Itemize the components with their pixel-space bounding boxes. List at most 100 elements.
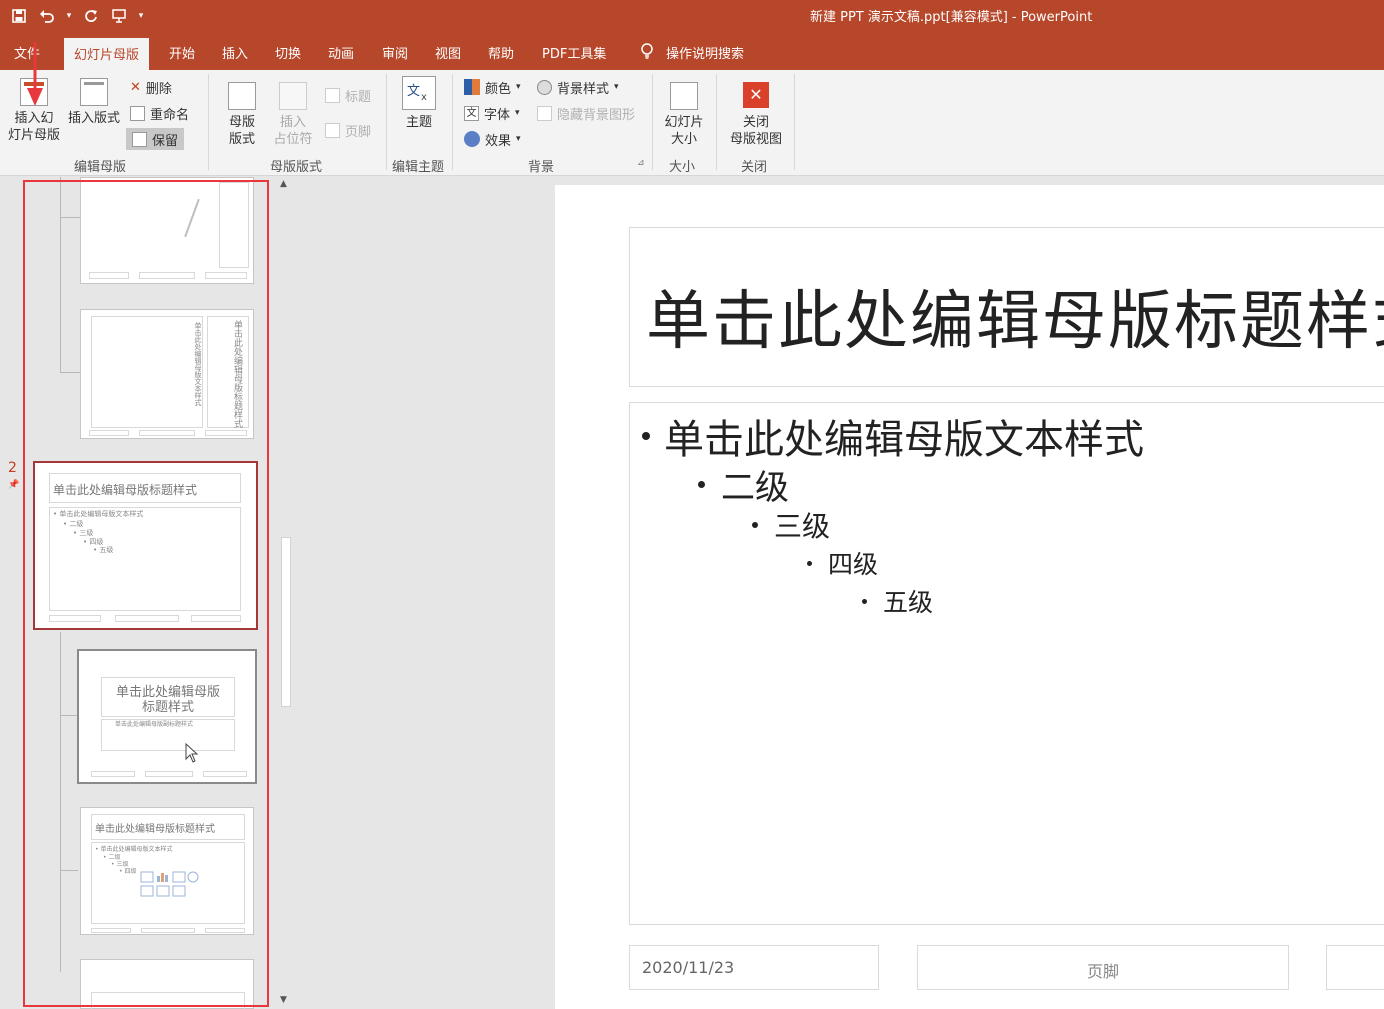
- document-title: 新建 PPT 演示文稿.ppt[兼容模式] - PowerPoint: [810, 10, 1093, 25]
- dropdown-caret-icon: ▾: [516, 134, 521, 144]
- hide-background-checkbox[interactable]: 隐藏背景图形: [537, 102, 635, 124]
- footer-placeholder[interactable]: 页脚: [917, 945, 1289, 990]
- bullet-dot-icon: [752, 522, 758, 528]
- ribbon-separator: [386, 74, 387, 170]
- close-icon: ✕: [743, 82, 769, 108]
- master-layout-label-2: 版式: [228, 132, 255, 147]
- delete-button[interactable]: ✕ 删除: [130, 76, 172, 98]
- effects-icon: [464, 131, 480, 147]
- bullet-level-4: 四级: [807, 545, 878, 581]
- tab-insert[interactable]: 插入: [222, 43, 248, 63]
- preserve-button[interactable]: 保留: [126, 128, 185, 150]
- insert-placeholder-label-1: 插入: [279, 115, 306, 130]
- insert-layout-button[interactable]: 插入版式: [64, 78, 124, 127]
- tab-transitions[interactable]: 切换: [275, 43, 301, 63]
- title-checkbox[interactable]: 标题: [325, 84, 371, 106]
- bullet-level-2-text: 二级: [721, 468, 789, 508]
- tab-review[interactable]: 审阅: [382, 43, 408, 63]
- rename-icon: [130, 105, 145, 121]
- bullet-level-4-text: 四级: [828, 550, 879, 579]
- thumbnail-scrollbar[interactable]: ▲ ▼: [278, 177, 294, 1009]
- tab-pdf-tools[interactable]: PDF工具集: [542, 43, 606, 63]
- colors-icon: [464, 79, 480, 95]
- tell-me-label: 操作说明搜索: [666, 47, 745, 62]
- undo-dropdown-icon[interactable]: ▾: [64, 5, 74, 27]
- master-layout-label-1: 母版: [228, 115, 255, 130]
- slide-canvas: 单击此处编辑母版标题样式 单击此处编辑母版文本样式 二级 三级 四级 五级 20…: [298, 177, 1384, 1009]
- close-master-label-1: 关闭: [742, 115, 769, 130]
- lightbulb-icon: [640, 43, 654, 63]
- background-styles-icon: [537, 79, 552, 95]
- body-placeholder[interactable]: 单击此处编辑母版文本样式 二级 三级 四级 五级: [629, 402, 1384, 925]
- slide-number-placeholder[interactable]: [1326, 945, 1384, 990]
- scrollbar-thumb[interactable]: [281, 537, 291, 707]
- slide-master: 单击此处编辑母版标题样式 单击此处编辑母版文本样式 二级 三级 四级 五级 20…: [555, 185, 1384, 1009]
- redo-icon[interactable]: [80, 5, 102, 27]
- tab-home[interactable]: 开始: [169, 43, 195, 63]
- dropdown-caret-icon: ▾: [614, 82, 619, 92]
- rename-button[interactable]: 重命名: [130, 102, 189, 124]
- close-master-view-button[interactable]: ✕ 关闭 母版视图: [724, 82, 788, 148]
- fonts-button[interactable]: 文 字体 ▾: [464, 102, 520, 124]
- insert-placeholder-label-2: 占位符: [273, 132, 313, 147]
- tab-help[interactable]: 帮助: [488, 43, 514, 63]
- powerpoint-window: ▾ ▾ 新建 PPT 演示文稿.ppt[兼容模式] - PowerPoint 文…: [0, 0, 1384, 1009]
- tab-slide-master[interactable]: 幻灯片母版: [64, 38, 150, 70]
- fonts-label: 字体: [484, 107, 511, 123]
- bullet-dot-icon: [807, 560, 812, 566]
- close-master-label-2: 母版视图: [729, 132, 782, 147]
- slide-size-button[interactable]: 幻灯片 大小: [658, 82, 710, 148]
- bullet-level-5-text: 五级: [883, 588, 934, 617]
- footer-checkbox-label: 页脚: [345, 124, 372, 140]
- customize-qat-icon[interactable]: ▾: [136, 5, 146, 27]
- bullet-level-1-text: 单击此处编辑母版文本样式: [664, 417, 1144, 463]
- checkbox-icon: [325, 122, 340, 138]
- title-placeholder[interactable]: 单击此处编辑母版标题样式: [629, 227, 1384, 387]
- ribbon-tabs: 文件 幻灯片母版 开始 插入 切换 动画 审阅 视图 帮助 PDF工具集 操作说…: [0, 34, 1384, 70]
- bullet-level-3-text: 三级: [774, 510, 831, 543]
- save-icon[interactable]: [8, 5, 30, 27]
- footer-checkbox[interactable]: 页脚: [325, 119, 371, 141]
- scroll-down-icon[interactable]: ▼: [280, 995, 287, 1005]
- scroll-up-icon[interactable]: ▲: [280, 179, 287, 189]
- fonts-icon: 文: [464, 105, 479, 121]
- master-layout-button[interactable]: 母版 版式: [220, 82, 264, 148]
- title-checkbox-label: 标题: [345, 89, 372, 105]
- background-styles-button[interactable]: 背景样式 ▾: [537, 76, 619, 98]
- insert-layout-label: 插入版式: [67, 111, 120, 126]
- presentation-icon[interactable]: [108, 5, 130, 27]
- group-label-edit-master: 编辑母版: [74, 160, 127, 175]
- insert-placeholder-button[interactable]: 插入 占位符: [266, 82, 320, 148]
- checkbox-icon: [325, 87, 340, 103]
- group-label-master-layout: 母版版式: [270, 160, 323, 175]
- dropdown-caret-icon: ▾: [515, 108, 520, 118]
- tab-view[interactable]: 视图: [435, 43, 461, 63]
- pin-icon: 📌: [8, 480, 20, 490]
- annotation-arrow-icon: [27, 42, 43, 106]
- title-bar: ▾ ▾ 新建 PPT 演示文稿.ppt[兼容模式] - PowerPoint: [0, 0, 1384, 34]
- group-label-edit-theme: 编辑主题: [392, 160, 445, 175]
- tab-animations[interactable]: 动画: [328, 43, 354, 63]
- delete-label: 删除: [145, 81, 172, 97]
- effects-button[interactable]: 效果 ▾: [464, 128, 521, 150]
- group-label-close: 关闭: [741, 160, 768, 175]
- slide-title: 单击此处编辑母版标题样式: [646, 285, 1384, 359]
- themes-button[interactable]: 文x 主题: [398, 76, 440, 131]
- tell-me-search[interactable]: 操作说明搜索: [640, 43, 744, 63]
- slide-size-icon: [670, 82, 698, 110]
- checkbox-icon: [537, 105, 552, 121]
- insert-master-label-1: 插入幻: [14, 111, 54, 126]
- ribbon: 插入幻 灯片母版 插入版式 ✕ 删除 重命名 保留 编辑母版 母版 版式 插入 …: [0, 70, 1384, 176]
- colors-button[interactable]: 颜色 ▾: [464, 76, 521, 98]
- colors-label: 颜色: [485, 81, 512, 97]
- ribbon-separator: [652, 74, 653, 170]
- ribbon-separator: [208, 74, 209, 170]
- slide-number: 2: [8, 460, 17, 476]
- undo-icon[interactable]: [36, 5, 58, 27]
- thumbnail-pane: 单击此处编辑母版标题样式 单击此处编辑母版文本样式 2 📌 单击此处编辑母版标题…: [0, 177, 298, 1009]
- themes-label: 主题: [405, 115, 432, 130]
- dialog-launcher-icon[interactable]: ⊿: [637, 158, 645, 168]
- slide-size-label-2: 大小: [670, 132, 697, 147]
- date-placeholder[interactable]: 2020/11/23: [629, 945, 879, 990]
- bullet-level-3: 三级: [752, 505, 830, 545]
